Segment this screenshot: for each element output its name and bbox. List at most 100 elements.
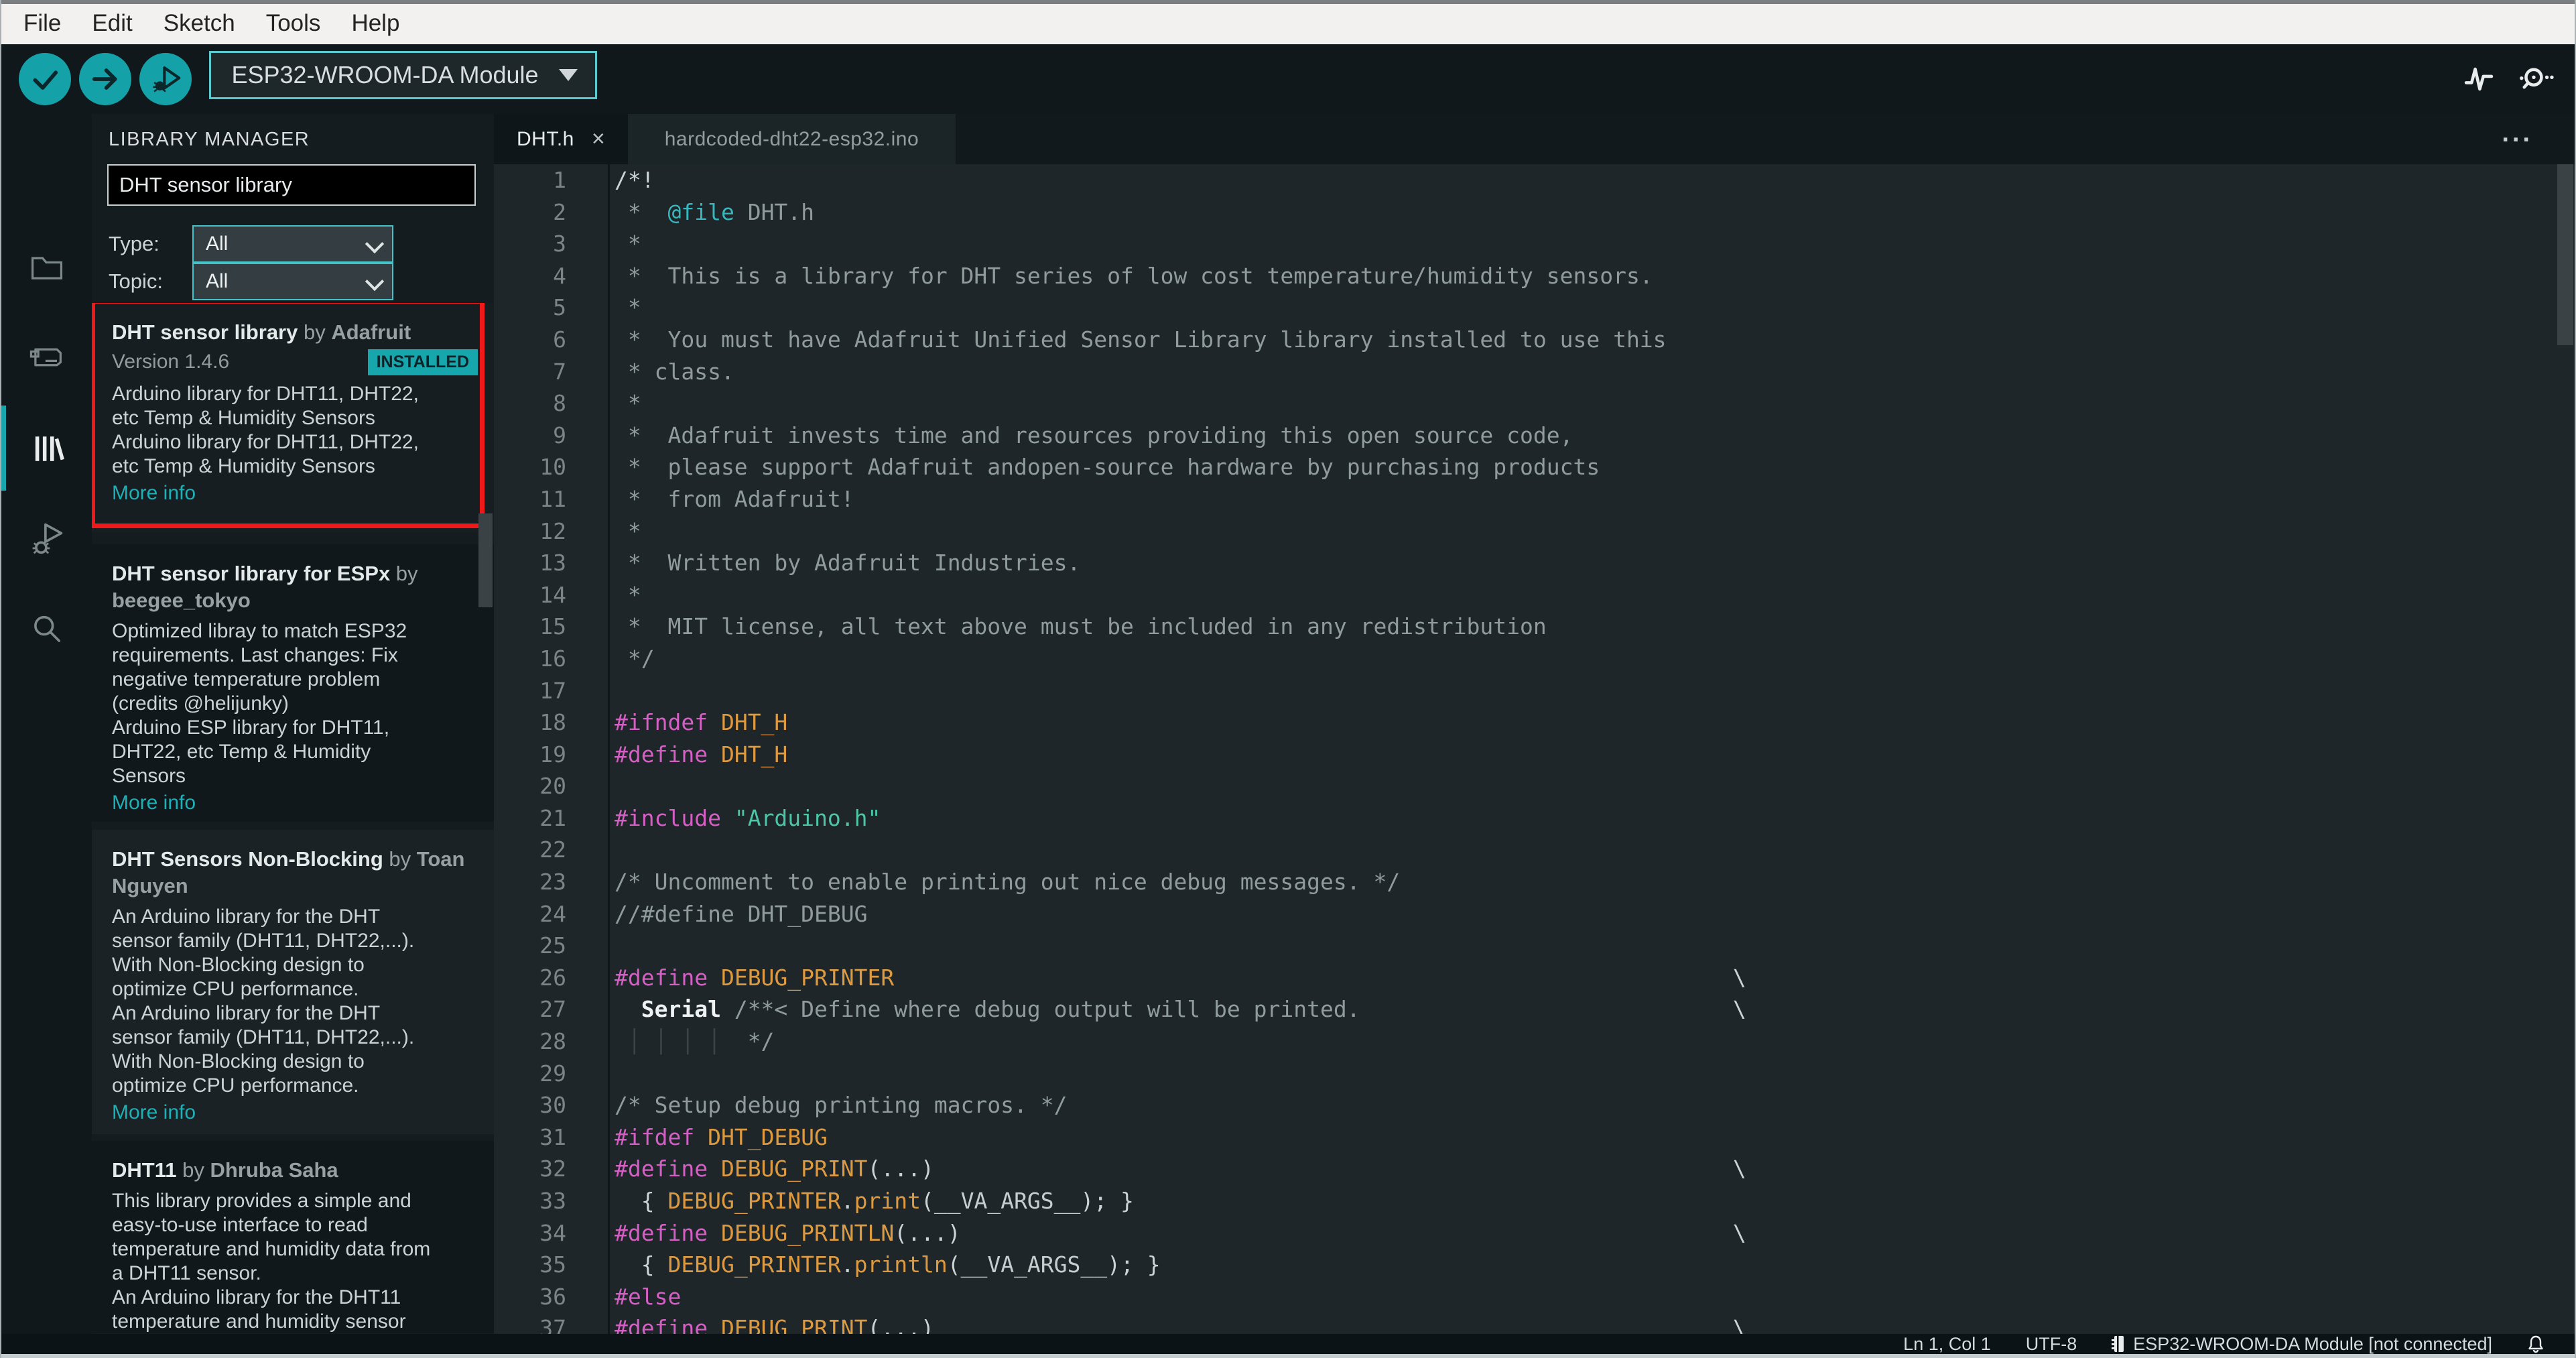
sidebar-item-search[interactable] (1, 587, 92, 674)
more-info-link[interactable]: More info (112, 1101, 478, 1125)
line-number: 1 (553, 167, 566, 193)
arduino-ide-window: File Edit Sketch Tools Help ESP32-WROOM-DA M… (0, 0, 2576, 1358)
library-title-line: DHT sensor library for ESPx by beegee_to… (112, 560, 487, 614)
line-number: 13 (539, 550, 566, 576)
line-number: 3 (553, 231, 566, 257)
cursor-position[interactable]: Ln 1, Col 1 (1903, 1334, 1991, 1355)
library-title-line: DHT Sensors Non-Blocking by Toan Nguyen (112, 846, 487, 900)
panel-scrollbar[interactable] (478, 513, 493, 607)
code-line: 33 { DEBUG_PRINTER.print(__VA_ARGS__); } (494, 1185, 2575, 1217)
close-icon[interactable]: × (592, 126, 605, 152)
installed-badge: INSTALLED (367, 349, 478, 375)
code-line: 16 */ (494, 643, 2575, 675)
line-number: 31 (539, 1123, 566, 1150)
library-list-item[interactable]: DHT sensor library by Adafruit Version 1.… (92, 303, 494, 532)
board-icon (27, 337, 67, 377)
more-info-link[interactable]: More info (112, 481, 478, 505)
library-list-item[interactable]: DHT11 by Dhruba Saha This library provide… (92, 1141, 494, 1333)
code-line-text: //#define DHT_DEBUG (615, 900, 868, 927)
serial-monitor-icon[interactable] (2518, 64, 2555, 95)
sidebar-item-debug[interactable] (1, 495, 92, 582)
library-description: This library provides a simple and easy-… (112, 1190, 431, 1333)
library-by-text: by (298, 320, 332, 344)
chevron-down-icon (559, 69, 578, 81)
magnifier-icon (27, 610, 67, 650)
code-line-text: * please support Adafruit andopen-source… (615, 454, 1600, 481)
code-line: 7 * class. (494, 356, 2575, 388)
code-line-text: * @file DHT.h (615, 198, 815, 225)
chevron-down-icon (365, 271, 385, 292)
folder-icon (27, 247, 67, 287)
line-number: 24 (539, 900, 566, 927)
library-title: DHT sensor library for ESPx (112, 562, 391, 585)
bug-play-icon (147, 61, 184, 97)
start-debugging-button[interactable] (139, 53, 192, 105)
line-number: 8 (553, 390, 566, 417)
board-status-label: ESP32-WROOM-DA Module [not connected] (2133, 1333, 2492, 1354)
library-version: Version 1.4.6 (112, 351, 230, 373)
sidebar-item-library-manager[interactable] (1, 405, 92, 492)
type-filter-value: All (206, 233, 229, 255)
tab-hardcoded-dht22-esp32.ino[interactable]: hardcoded-dht22-esp32.ino (627, 114, 956, 164)
menu-item-tools[interactable]: Tools (251, 4, 336, 44)
notifications-bell[interactable] (2527, 1335, 2545, 1353)
code-line: 18 #ifndef DHT_H (494, 706, 2575, 739)
code-line-text: * This is a library for DHT series of lo… (615, 262, 1653, 289)
code-line: 36 #else (494, 1281, 2575, 1313)
code-editor[interactable]: 1/*! 2 * @file DHT.h 3 * 4 * This is a libr… (494, 164, 2575, 1334)
board-selector-dropdown[interactable]: ESP32-WROOM-DA Module (209, 51, 597, 99)
line-number: 26 (539, 964, 566, 991)
upload-button[interactable] (79, 53, 131, 105)
code-line-text: #define DHT_H (615, 741, 788, 767)
code-line-text: /* Setup debug printing macros. */ (615, 1092, 1068, 1119)
line-number: 36 (539, 1283, 566, 1310)
code-line: 21 #include "Arduino.h" (494, 802, 2575, 835)
library-list-item[interactable]: DHT sensor library for ESPx by beegee_to… (92, 544, 494, 822)
serial-plotter-icon[interactable] (2463, 64, 2494, 95)
line-number: 4 (553, 262, 566, 289)
code-line-text: #define DEBUG_PRINT(...) \ (615, 1315, 1746, 1334)
toolbar: ESP32-WROOM-DA Module (1, 44, 2575, 114)
editor-scrollbar[interactable] (2557, 164, 2573, 345)
code-line-text: Serial /**< Define where debug output wi… (615, 996, 1746, 1023)
menu-item-help[interactable]: Help (336, 4, 415, 44)
line-number: 10 (539, 454, 566, 481)
chip-icon (2112, 1335, 2125, 1353)
verify-button[interactable] (19, 53, 71, 105)
library-title-line: DHT sensor library by Adafruit (112, 319, 487, 346)
status-bar: Ln 1, Col 1 UTF-8 ESP32-WROOM-DA Module … (1, 1334, 2575, 1354)
library-author: Adafruit (331, 320, 411, 344)
menu-item-file[interactable]: File (8, 4, 76, 44)
code-line-text: { DEBUG_PRINTER.println(__VA_ARGS__); } (615, 1251, 1161, 1278)
board-status[interactable]: ESP32-WROOM-DA Module [not connected] (2112, 1334, 2492, 1355)
line-number: 33 (539, 1188, 566, 1214)
line-number: 29 (539, 1060, 566, 1087)
window-bottom-border (1, 1354, 2575, 1358)
library-search-input[interactable] (107, 164, 476, 206)
encoding-indicator[interactable]: UTF-8 (2026, 1334, 2077, 1355)
line-number: 6 (553, 326, 566, 353)
code-line: 37 #define DEBUG_PRINT(...) \ (494, 1312, 2575, 1334)
library-title-line: DHT11 by Dhruba Saha (112, 1157, 487, 1184)
line-number: 27 (539, 996, 566, 1023)
code-line-text: * (615, 294, 641, 321)
chevron-down-icon (365, 234, 385, 254)
menu-item-sketch[interactable]: Sketch (148, 4, 251, 44)
type-filter-label: Type: (109, 232, 159, 255)
panel-title: LIBRARY MANAGER (109, 129, 310, 150)
code-line-text: { DEBUG_PRINTER.print(__VA_ARGS__); } (615, 1188, 1134, 1214)
sidebar-item-sketchbook[interactable] (1, 223, 92, 310)
type-filter-select[interactable]: All (192, 225, 393, 263)
library-manager-panel: LIBRARY MANAGER Type: All Topic: All DHT… (92, 114, 494, 1334)
sidebar-item-boards-manager[interactable] (1, 314, 92, 401)
more-actions-button[interactable]: ... (2502, 119, 2533, 148)
tab-DHT.h[interactable]: DHT.h × (494, 114, 628, 164)
code-line-text: * class. (615, 358, 734, 385)
menu-item-edit[interactable]: Edit (76, 4, 147, 44)
more-info-link[interactable]: More info (112, 791, 478, 815)
code-line-text: /*! (615, 167, 655, 193)
code-line-text: #include "Arduino.h" (615, 804, 881, 831)
library-list-item[interactable]: DHT Sensors Non-Blocking by Toan Nguyen A… (92, 830, 494, 1134)
topic-filter-select[interactable]: All (192, 263, 393, 300)
line-number: 32 (539, 1156, 566, 1182)
